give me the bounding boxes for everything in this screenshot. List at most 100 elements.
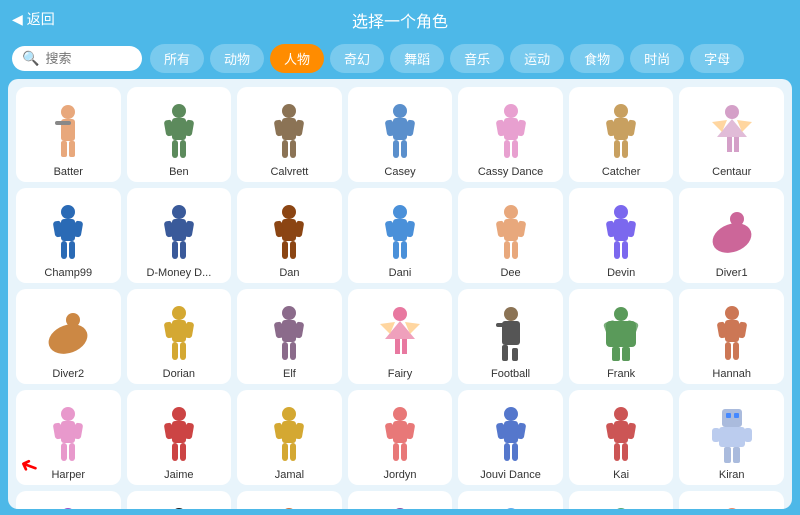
filter-btn-dance[interactable]: 舞蹈 bbox=[390, 44, 444, 73]
sprite-figure bbox=[372, 203, 427, 265]
sprite-card[interactable]: Football bbox=[458, 289, 563, 384]
sprite-card[interactable]: Dee bbox=[458, 188, 563, 283]
sprite-label: Fairy bbox=[352, 368, 449, 380]
sprite-figure bbox=[704, 405, 759, 467]
sprite-figure bbox=[262, 203, 317, 265]
sprite-label: Batter bbox=[20, 166, 117, 178]
sprite-card[interactable]: Sp1 bbox=[16, 491, 121, 509]
sprite-card[interactable]: Sp7 bbox=[679, 491, 784, 509]
filter-btn-all[interactable]: 所有 bbox=[150, 44, 204, 73]
sprite-grid: Batter Ben Calvrett Casey Cassy Dance Ca bbox=[16, 87, 784, 509]
filter-btn-sports[interactable]: 运动 bbox=[510, 44, 564, 73]
sprite-card[interactable]: Catcher bbox=[569, 87, 674, 182]
sprite-figure bbox=[483, 405, 538, 467]
sprite-label: Kai bbox=[573, 469, 670, 481]
sprite-card[interactable]: Champ99 bbox=[16, 188, 121, 283]
filter-btn-fashion[interactable]: 时尚 bbox=[630, 44, 684, 73]
sprite-card[interactable]: Hannah bbox=[679, 289, 784, 384]
search-box[interactable]: 🔍 bbox=[12, 46, 142, 71]
sprite-label: Dee bbox=[462, 267, 559, 279]
sprite-card[interactable]: Devin bbox=[569, 188, 674, 283]
filter-btn-animals[interactable]: 动物 bbox=[210, 44, 264, 73]
sprite-card[interactable]: Kai bbox=[569, 390, 674, 485]
sprite-figure bbox=[483, 506, 538, 509]
sprite-figure bbox=[41, 506, 96, 509]
sprite-label: Ben bbox=[131, 166, 228, 178]
sprite-card[interactable]: Dan bbox=[237, 188, 342, 283]
search-filter-bar: 🔍 所有动物人物奇幻舞蹈音乐运动食物时尚字母 bbox=[0, 38, 800, 79]
filter-btn-fantasy[interactable]: 奇幻 bbox=[330, 44, 384, 73]
sprite-label: Elf bbox=[241, 368, 338, 380]
back-arrow-icon: ◀ bbox=[12, 11, 23, 28]
sprite-label: Dan bbox=[241, 267, 338, 279]
back-button[interactable]: ◀ 返回 bbox=[12, 9, 55, 29]
filter-btn-letters[interactable]: 字母 bbox=[690, 44, 744, 73]
sprite-card[interactable]: Jaime bbox=[127, 390, 232, 485]
sprite-label: Jamal bbox=[241, 469, 338, 481]
sprite-label: Jouvi Dance bbox=[462, 469, 559, 481]
sprite-card[interactable]: D-Money D... bbox=[127, 188, 232, 283]
filter-btn-music[interactable]: 音乐 bbox=[450, 44, 504, 73]
sprite-card[interactable]: Fairy bbox=[348, 289, 453, 384]
sprite-figure bbox=[483, 102, 538, 164]
sprite-card[interactable]: Sp2 bbox=[127, 491, 232, 509]
sprite-figure bbox=[372, 405, 427, 467]
back-label: 返回 bbox=[27, 9, 55, 29]
sprite-figure bbox=[483, 304, 538, 366]
title-bar: ◀ 返回 选择一个角色 bbox=[0, 0, 800, 38]
sprite-figure bbox=[151, 304, 206, 366]
sprite-figure bbox=[151, 405, 206, 467]
filter-btn-food[interactable]: 食物 bbox=[570, 44, 624, 73]
sprite-label: Centaur bbox=[683, 166, 780, 178]
sprite-figure bbox=[262, 506, 317, 509]
sprite-figure bbox=[262, 102, 317, 164]
sprite-card[interactable]: Jouvi Dance bbox=[458, 390, 563, 485]
sprite-label: Hannah bbox=[683, 368, 780, 380]
sprite-figure bbox=[41, 203, 96, 265]
sprite-figure bbox=[41, 405, 96, 467]
search-input[interactable] bbox=[45, 51, 135, 66]
sprite-card[interactable]: Centaur bbox=[679, 87, 784, 182]
sprite-label: Dorian bbox=[131, 368, 228, 380]
sprite-card[interactable]: Diver1 bbox=[679, 188, 784, 283]
sprite-card[interactable]: Calvrett bbox=[237, 87, 342, 182]
page-title: 选择一个角色 bbox=[352, 14, 448, 31]
sprite-figure bbox=[594, 304, 649, 366]
sprite-card[interactable]: Sp5 bbox=[458, 491, 563, 509]
sprite-figure bbox=[262, 304, 317, 366]
sprite-figure bbox=[41, 102, 96, 164]
sprite-figure bbox=[594, 102, 649, 164]
sprite-grid-container: Batter Ben Calvrett Casey Cassy Dance Ca bbox=[8, 79, 792, 509]
sprite-card[interactable]: Diver2 bbox=[16, 289, 121, 384]
sprite-label: Kiran bbox=[683, 469, 780, 481]
sprite-figure bbox=[372, 102, 427, 164]
sprite-card[interactable]: Elf bbox=[237, 289, 342, 384]
sprite-figure bbox=[151, 203, 206, 265]
sprite-label: Jordyn bbox=[352, 469, 449, 481]
sprite-card[interactable]: Frank bbox=[569, 289, 674, 384]
sprite-figure bbox=[372, 506, 427, 509]
sprite-label: Devin bbox=[573, 267, 670, 279]
sprite-card[interactable]: Ben bbox=[127, 87, 232, 182]
filter-btn-people[interactable]: 人物 bbox=[270, 44, 324, 73]
sprite-label: Frank bbox=[573, 368, 670, 380]
sprite-card[interactable]: Harper➜ bbox=[16, 390, 121, 485]
sprite-card[interactable]: Batter bbox=[16, 87, 121, 182]
sprite-card[interactable]: Casey bbox=[348, 87, 453, 182]
sprite-card[interactable]: Sp6 bbox=[569, 491, 674, 509]
sprite-figure bbox=[41, 304, 96, 366]
sprite-card[interactable]: Jordyn bbox=[348, 390, 453, 485]
sprite-card[interactable]: Kiran bbox=[679, 390, 784, 485]
sprite-label: D-Money D... bbox=[131, 267, 228, 279]
sprite-label: Casey bbox=[352, 166, 449, 178]
sprite-label: Cassy Dance bbox=[462, 166, 559, 178]
sprite-card[interactable]: Cassy Dance bbox=[458, 87, 563, 182]
sprite-label: Diver1 bbox=[683, 267, 780, 279]
sprite-card[interactable]: Sp3 bbox=[237, 491, 342, 509]
sprite-card[interactable]: Jamal bbox=[237, 390, 342, 485]
sprite-card[interactable]: Dorian bbox=[127, 289, 232, 384]
sprite-card[interactable]: Sp4 bbox=[348, 491, 453, 509]
sprite-figure bbox=[704, 203, 759, 265]
search-icon: 🔍 bbox=[22, 50, 39, 67]
sprite-card[interactable]: Dani bbox=[348, 188, 453, 283]
